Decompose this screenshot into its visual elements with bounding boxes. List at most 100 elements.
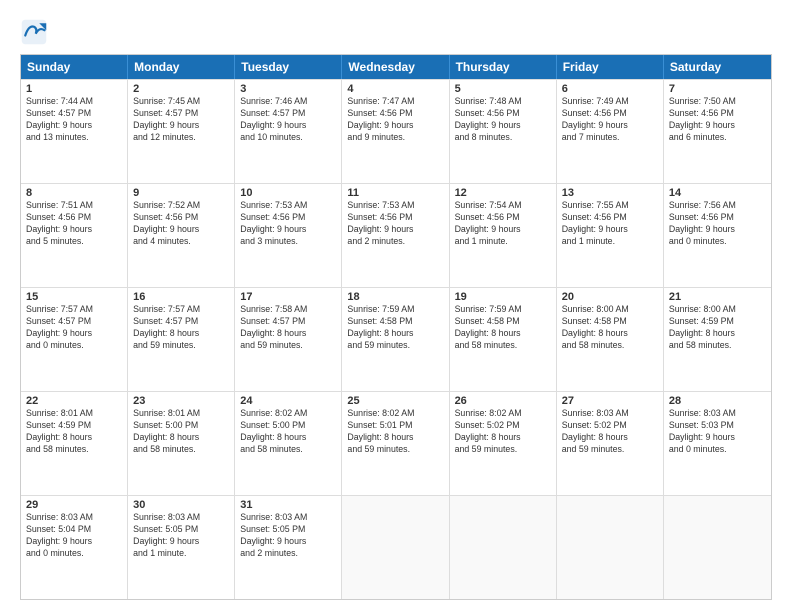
calendar-cell-day-15: 15Sunrise: 7:57 AM Sunset: 4:57 PM Dayli…: [21, 288, 128, 391]
day-number: 13: [562, 187, 658, 199]
cell-sun-info: Sunrise: 7:58 AM Sunset: 4:57 PM Dayligh…: [240, 304, 336, 352]
calendar-cell-day-24: 24Sunrise: 8:02 AM Sunset: 5:00 PM Dayli…: [235, 392, 342, 495]
cell-sun-info: Sunrise: 7:57 AM Sunset: 4:57 PM Dayligh…: [133, 304, 229, 352]
day-number: 3: [240, 83, 336, 95]
cell-sun-info: Sunrise: 7:53 AM Sunset: 4:56 PM Dayligh…: [240, 200, 336, 248]
page: SundayMondayTuesdayWednesdayThursdayFrid…: [0, 0, 792, 612]
calendar-row-2: 8Sunrise: 7:51 AM Sunset: 4:56 PM Daylig…: [21, 183, 771, 287]
day-number: 23: [133, 395, 229, 407]
day-number: 29: [26, 499, 122, 511]
cell-sun-info: Sunrise: 7:57 AM Sunset: 4:57 PM Dayligh…: [26, 304, 122, 352]
cell-sun-info: Sunrise: 8:03 AM Sunset: 5:05 PM Dayligh…: [133, 512, 229, 560]
cell-sun-info: Sunrise: 7:59 AM Sunset: 4:58 PM Dayligh…: [347, 304, 443, 352]
header-day-monday: Monday: [128, 55, 235, 79]
day-number: 31: [240, 499, 336, 511]
cell-sun-info: Sunrise: 7:45 AM Sunset: 4:57 PM Dayligh…: [133, 96, 229, 144]
cell-sun-info: Sunrise: 8:02 AM Sunset: 5:00 PM Dayligh…: [240, 408, 336, 456]
calendar-cell-day-25: 25Sunrise: 8:02 AM Sunset: 5:01 PM Dayli…: [342, 392, 449, 495]
cell-sun-info: Sunrise: 7:56 AM Sunset: 4:56 PM Dayligh…: [669, 200, 766, 248]
cell-sun-info: Sunrise: 7:47 AM Sunset: 4:56 PM Dayligh…: [347, 96, 443, 144]
cell-sun-info: Sunrise: 7:44 AM Sunset: 4:57 PM Dayligh…: [26, 96, 122, 144]
calendar-cell-day-26: 26Sunrise: 8:02 AM Sunset: 5:02 PM Dayli…: [450, 392, 557, 495]
day-number: 5: [455, 83, 551, 95]
cell-sun-info: Sunrise: 8:02 AM Sunset: 5:02 PM Dayligh…: [455, 408, 551, 456]
cell-sun-info: Sunrise: 8:03 AM Sunset: 5:04 PM Dayligh…: [26, 512, 122, 560]
calendar-cell-empty: [557, 496, 664, 599]
header-day-thursday: Thursday: [450, 55, 557, 79]
calendar-cell-empty: [342, 496, 449, 599]
calendar-cell-day-21: 21Sunrise: 8:00 AM Sunset: 4:59 PM Dayli…: [664, 288, 771, 391]
logo-icon: [20, 18, 48, 46]
header-day-tuesday: Tuesday: [235, 55, 342, 79]
header: [20, 18, 772, 46]
cell-sun-info: Sunrise: 7:53 AM Sunset: 4:56 PM Dayligh…: [347, 200, 443, 248]
cell-sun-info: Sunrise: 8:01 AM Sunset: 4:59 PM Dayligh…: [26, 408, 122, 456]
cell-sun-info: Sunrise: 7:49 AM Sunset: 4:56 PM Dayligh…: [562, 96, 658, 144]
header-day-saturday: Saturday: [664, 55, 771, 79]
day-number: 15: [26, 291, 122, 303]
cell-sun-info: Sunrise: 8:00 AM Sunset: 4:58 PM Dayligh…: [562, 304, 658, 352]
cell-sun-info: Sunrise: 7:50 AM Sunset: 4:56 PM Dayligh…: [669, 96, 766, 144]
day-number: 27: [562, 395, 658, 407]
calendar-row-4: 22Sunrise: 8:01 AM Sunset: 4:59 PM Dayli…: [21, 391, 771, 495]
day-number: 22: [26, 395, 122, 407]
calendar-cell-day-23: 23Sunrise: 8:01 AM Sunset: 5:00 PM Dayli…: [128, 392, 235, 495]
day-number: 26: [455, 395, 551, 407]
calendar-header: SundayMondayTuesdayWednesdayThursdayFrid…: [21, 55, 771, 79]
calendar-cell-day-10: 10Sunrise: 7:53 AM Sunset: 4:56 PM Dayli…: [235, 184, 342, 287]
day-number: 10: [240, 187, 336, 199]
cell-sun-info: Sunrise: 7:54 AM Sunset: 4:56 PM Dayligh…: [455, 200, 551, 248]
cell-sun-info: Sunrise: 8:03 AM Sunset: 5:02 PM Dayligh…: [562, 408, 658, 456]
header-day-friday: Friday: [557, 55, 664, 79]
calendar-cell-day-5: 5Sunrise: 7:48 AM Sunset: 4:56 PM Daylig…: [450, 80, 557, 183]
calendar-cell-day-12: 12Sunrise: 7:54 AM Sunset: 4:56 PM Dayli…: [450, 184, 557, 287]
cell-sun-info: Sunrise: 7:48 AM Sunset: 4:56 PM Dayligh…: [455, 96, 551, 144]
calendar-cell-day-31: 31Sunrise: 8:03 AM Sunset: 5:05 PM Dayli…: [235, 496, 342, 599]
calendar: SundayMondayTuesdayWednesdayThursdayFrid…: [20, 54, 772, 600]
calendar-cell-day-6: 6Sunrise: 7:49 AM Sunset: 4:56 PM Daylig…: [557, 80, 664, 183]
day-number: 12: [455, 187, 551, 199]
header-day-sunday: Sunday: [21, 55, 128, 79]
day-number: 25: [347, 395, 443, 407]
logo: [20, 18, 52, 46]
cell-sun-info: Sunrise: 8:00 AM Sunset: 4:59 PM Dayligh…: [669, 304, 766, 352]
header-day-wednesday: Wednesday: [342, 55, 449, 79]
calendar-cell-day-11: 11Sunrise: 7:53 AM Sunset: 4:56 PM Dayli…: [342, 184, 449, 287]
day-number: 16: [133, 291, 229, 303]
day-number: 1: [26, 83, 122, 95]
calendar-row-1: 1Sunrise: 7:44 AM Sunset: 4:57 PM Daylig…: [21, 79, 771, 183]
calendar-cell-day-14: 14Sunrise: 7:56 AM Sunset: 4:56 PM Dayli…: [664, 184, 771, 287]
calendar-cell-day-27: 27Sunrise: 8:03 AM Sunset: 5:02 PM Dayli…: [557, 392, 664, 495]
day-number: 2: [133, 83, 229, 95]
cell-sun-info: Sunrise: 8:03 AM Sunset: 5:03 PM Dayligh…: [669, 408, 766, 456]
calendar-cell-day-30: 30Sunrise: 8:03 AM Sunset: 5:05 PM Dayli…: [128, 496, 235, 599]
calendar-row-3: 15Sunrise: 7:57 AM Sunset: 4:57 PM Dayli…: [21, 287, 771, 391]
day-number: 28: [669, 395, 766, 407]
day-number: 24: [240, 395, 336, 407]
day-number: 19: [455, 291, 551, 303]
calendar-cell-empty: [664, 496, 771, 599]
day-number: 18: [347, 291, 443, 303]
day-number: 20: [562, 291, 658, 303]
cell-sun-info: Sunrise: 8:01 AM Sunset: 5:00 PM Dayligh…: [133, 408, 229, 456]
cell-sun-info: Sunrise: 8:03 AM Sunset: 5:05 PM Dayligh…: [240, 512, 336, 560]
day-number: 17: [240, 291, 336, 303]
cell-sun-info: Sunrise: 7:59 AM Sunset: 4:58 PM Dayligh…: [455, 304, 551, 352]
calendar-body: 1Sunrise: 7:44 AM Sunset: 4:57 PM Daylig…: [21, 79, 771, 599]
calendar-cell-empty: [450, 496, 557, 599]
day-number: 7: [669, 83, 766, 95]
calendar-cell-day-19: 19Sunrise: 7:59 AM Sunset: 4:58 PM Dayli…: [450, 288, 557, 391]
cell-sun-info: Sunrise: 7:51 AM Sunset: 4:56 PM Dayligh…: [26, 200, 122, 248]
calendar-cell-day-29: 29Sunrise: 8:03 AM Sunset: 5:04 PM Dayli…: [21, 496, 128, 599]
day-number: 6: [562, 83, 658, 95]
calendar-cell-day-16: 16Sunrise: 7:57 AM Sunset: 4:57 PM Dayli…: [128, 288, 235, 391]
day-number: 14: [669, 187, 766, 199]
day-number: 11: [347, 187, 443, 199]
calendar-cell-day-18: 18Sunrise: 7:59 AM Sunset: 4:58 PM Dayli…: [342, 288, 449, 391]
cell-sun-info: Sunrise: 7:46 AM Sunset: 4:57 PM Dayligh…: [240, 96, 336, 144]
calendar-cell-day-9: 9Sunrise: 7:52 AM Sunset: 4:56 PM Daylig…: [128, 184, 235, 287]
cell-sun-info: Sunrise: 7:55 AM Sunset: 4:56 PM Dayligh…: [562, 200, 658, 248]
calendar-row-5: 29Sunrise: 8:03 AM Sunset: 5:04 PM Dayli…: [21, 495, 771, 599]
calendar-cell-day-1: 1Sunrise: 7:44 AM Sunset: 4:57 PM Daylig…: [21, 80, 128, 183]
day-number: 30: [133, 499, 229, 511]
